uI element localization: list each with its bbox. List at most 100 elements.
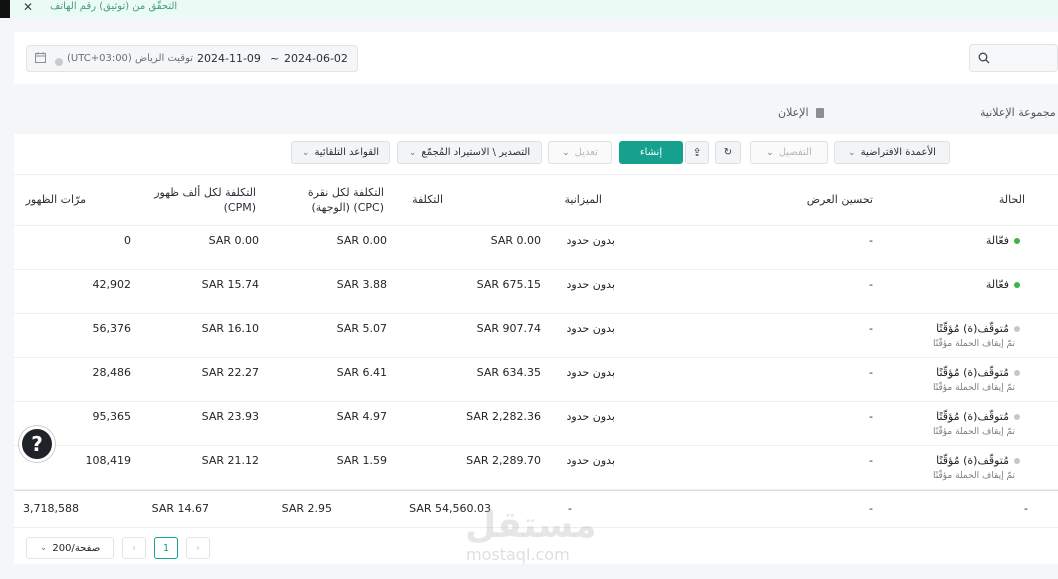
table-row[interactable] bbox=[14, 270, 1058, 314]
banner-text[interactable]: التحقّق من (توثيق) رقم الهاتف bbox=[50, 1, 177, 12]
status-cell[interactable]: مُتوقّف(ة) مُؤقّتًا bbox=[936, 410, 1020, 423]
status-dot-icon bbox=[1014, 414, 1020, 420]
details-dropdown[interactable]: ⌄ التفصيل bbox=[750, 141, 828, 164]
optimization-cell: - bbox=[869, 234, 873, 247]
status-cell[interactable]: مُتوقّف(ة) مُؤقّتًا bbox=[936, 454, 1020, 467]
prev-page-button[interactable]: ‹ bbox=[122, 537, 146, 559]
budget-cell: بدون حدود bbox=[566, 234, 615, 247]
table-row[interactable] bbox=[14, 358, 1058, 402]
optimization-cell: - bbox=[869, 454, 873, 467]
default-columns-dropdown[interactable]: ⌄ الأعمدة الافتراضية bbox=[834, 141, 950, 164]
default-columns-label: الأعمدة الافتراضية bbox=[860, 147, 936, 158]
tab-ad-label: الإعلان bbox=[778, 106, 809, 119]
col-budget[interactable]: الميزانية bbox=[565, 192, 603, 207]
chevron-down-icon: ⌄ bbox=[408, 147, 417, 158]
chevron-down-icon: ⌄ bbox=[848, 147, 856, 158]
chevron-left-icon: ‹ bbox=[132, 542, 136, 554]
cpc-cell: SAR 3.88 bbox=[336, 278, 387, 291]
impressions-cell: 0 bbox=[124, 234, 131, 247]
status-dot-icon bbox=[1014, 458, 1020, 464]
cpm-cell: SAR 0.00 bbox=[208, 234, 259, 247]
total-status: - bbox=[1024, 502, 1028, 515]
optimization-cell: - bbox=[869, 322, 873, 335]
status-subtext: تمّ إيقاف الحملة مؤقّتًا bbox=[933, 339, 1015, 349]
status-dot-icon bbox=[1014, 238, 1020, 244]
chevron-right-icon: › bbox=[196, 542, 200, 554]
total-impressions: 3,718,588 bbox=[23, 502, 79, 515]
create-label: إنشاء bbox=[639, 147, 663, 158]
col-cpm-line2: (CPM) bbox=[223, 201, 256, 214]
help-button[interactable]: ? bbox=[19, 426, 55, 462]
chevron-down-icon: ⌄ bbox=[301, 147, 310, 158]
cpc-cell: SAR 4.97 bbox=[336, 410, 387, 423]
status-cell[interactable]: فعّالة bbox=[986, 234, 1020, 247]
status-label: فعّالة bbox=[985, 278, 1009, 291]
optimization-cell: - bbox=[869, 366, 873, 379]
budget-cell: بدون حدود bbox=[566, 410, 615, 423]
table-row[interactable] bbox=[14, 314, 1058, 358]
budget-cell: بدون حدود bbox=[566, 366, 615, 379]
cpm-cell: SAR 21.12 bbox=[201, 454, 259, 467]
search-input[interactable] bbox=[969, 44, 1058, 72]
col-cpm[interactable]: التكلفة لكل ألف ظهور (CPM) bbox=[154, 185, 256, 215]
edit-label: تعديل bbox=[574, 147, 598, 158]
cpc-cell: SAR 0.00 bbox=[336, 234, 387, 247]
tab-ad-group[interactable]: مجموعة الإعلانية bbox=[980, 106, 1056, 119]
optimization-cell: - bbox=[869, 278, 873, 291]
window-edge bbox=[0, 0, 10, 18]
calendar-icon bbox=[35, 52, 46, 66]
close-icon[interactable]: ✕ bbox=[23, 0, 33, 14]
auto-rules-dropdown[interactable]: ⌄ القواعد التلقائية bbox=[291, 141, 390, 164]
watermark-logo: مستقل bbox=[465, 505, 597, 546]
cost-cell: SAR 2,289.70 bbox=[466, 454, 541, 467]
details-label: التفصيل bbox=[778, 147, 812, 158]
table-row[interactable] bbox=[14, 446, 1058, 490]
status-cell[interactable]: مُتوقّف(ة) مُؤقّتًا bbox=[936, 366, 1020, 379]
tab-ad[interactable]: الإعلان bbox=[778, 106, 825, 119]
ad-icon bbox=[816, 108, 825, 118]
cost-cell: SAR 675.15 bbox=[476, 278, 541, 291]
impressions-cell: 42,902 bbox=[92, 278, 132, 291]
status-subtext: تمّ إيقاف الحملة مؤقّتًا bbox=[933, 471, 1015, 481]
refresh-icon: ↻ bbox=[723, 147, 733, 158]
impressions-cell: 95,365 bbox=[92, 410, 132, 423]
status-dot-icon bbox=[1014, 326, 1020, 332]
col-optimization[interactable]: تحسين العرض bbox=[807, 192, 873, 207]
col-cpc[interactable]: التكلفة لكل نقرة (الوجهة) (CPC) bbox=[308, 185, 384, 215]
date-range-picker[interactable]: (UTC+03:00) توقيت الرياض 2024-11-09 ~ 20… bbox=[26, 45, 358, 72]
page-size-label: 200/صفحة bbox=[52, 542, 101, 554]
cost-cell: SAR 634.35 bbox=[476, 366, 541, 379]
question-icon: ? bbox=[31, 432, 43, 456]
status-label: مُتوقّف(ة) مُؤقّتًا bbox=[936, 322, 1009, 335]
create-button[interactable]: إنشاء bbox=[619, 141, 683, 164]
upload-button[interactable]: ⇪ bbox=[685, 141, 709, 164]
upload-icon: ⇪ bbox=[692, 146, 702, 159]
cpm-cell: SAR 15.74 bbox=[201, 278, 259, 291]
status-cell[interactable]: فعّالة bbox=[986, 278, 1020, 291]
search-icon bbox=[978, 52, 990, 67]
cost-cell: SAR 2,282.36 bbox=[466, 410, 541, 423]
impressions-cell: 56,376 bbox=[92, 322, 132, 335]
col-impressions[interactable]: مرّات الظهور bbox=[26, 192, 86, 207]
cpm-cell: SAR 16.10 bbox=[201, 322, 259, 335]
status-subtext: تمّ إيقاف الحملة مؤقّتًا bbox=[933, 383, 1015, 393]
page-number-button[interactable]: 1 bbox=[154, 537, 178, 559]
optimization-cell: - bbox=[869, 410, 873, 423]
status-cell[interactable]: مُتوقّف(ة) مُؤقّتًا bbox=[936, 322, 1020, 335]
col-status[interactable]: الحالة bbox=[999, 192, 1025, 207]
total-cpm: SAR 14.67 bbox=[151, 502, 209, 515]
chevron-down-icon: ⌄ bbox=[766, 147, 774, 158]
timezone-label: (UTC+03:00) توقيت الرياض bbox=[67, 53, 194, 64]
export-import-dropdown[interactable]: ⌄ التصدير \ الاستيراد المُجمّع bbox=[397, 141, 542, 164]
status-label: مُتوقّف(ة) مُؤقّتًا bbox=[936, 410, 1009, 423]
table-row[interactable] bbox=[14, 226, 1058, 270]
budget-cell: بدون حدود bbox=[566, 322, 615, 335]
page-size-select[interactable]: ⌄ 200/صفحة bbox=[26, 537, 114, 559]
cpc-cell: SAR 6.41 bbox=[336, 366, 387, 379]
next-page-button[interactable]: › bbox=[186, 537, 210, 559]
refresh-button[interactable]: ↻ bbox=[715, 141, 741, 164]
table-row[interactable] bbox=[14, 402, 1058, 446]
col-cost[interactable]: التكلفة bbox=[412, 192, 443, 207]
edit-dropdown[interactable]: ⌄ تعديل bbox=[548, 141, 612, 164]
status-subtext: تمّ إيقاف الحملة مؤقّتًا bbox=[933, 427, 1015, 437]
